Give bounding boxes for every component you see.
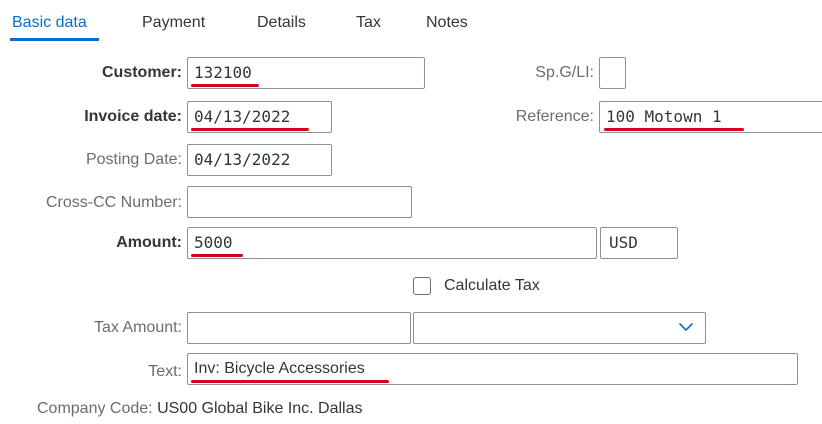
posting-date-input[interactable]: 04/13/2022: [187, 144, 332, 176]
tax-amount-label: Tax Amount:: [93, 319, 182, 336]
spgl-input[interactable]: [599, 57, 626, 89]
amount-annotation-underline: [191, 254, 243, 257]
cross-cc-input[interactable]: [187, 186, 412, 218]
chevron-down-icon: [679, 323, 693, 331]
reference-annotation-underline: [604, 128, 744, 131]
company-code-row: Company Code: US00 Global Bike Inc. Dall…: [37, 399, 363, 419]
tab-notes[interactable]: Notes: [426, 13, 468, 33]
tab-payment[interactable]: Payment: [142, 13, 205, 33]
tab-basic-data[interactable]: Basic data: [12, 13, 87, 33]
amount-label: Amount:: [116, 234, 182, 251]
text-annotation-underline: [191, 380, 389, 383]
tab-bar: Basic data Payment Details Tax Notes: [0, 0, 822, 42]
posting-date-value: 04/13/2022: [194, 150, 291, 169]
tab-details[interactable]: Details: [257, 13, 306, 33]
spgl-label: Sp.G/LI:: [535, 64, 594, 81]
calculate-tax-label: Calculate Tax: [444, 277, 540, 294]
invoice-date-label: Invoice date:: [84, 108, 182, 125]
tax-code-select[interactable]: [413, 312, 706, 344]
reference-value: 100 Motown 1: [606, 107, 722, 126]
tax-amount-input[interactable]: [187, 312, 411, 344]
cross-cc-label: Cross-CC Number:: [45, 194, 182, 211]
posting-date-label: Posting Date:: [85, 151, 182, 168]
currency-value: USD: [609, 233, 638, 252]
customer-value: 132100: [194, 63, 252, 82]
company-code-value: US00 Global Bike Inc. Dallas: [157, 400, 363, 417]
invoice-date-annotation-underline: [191, 128, 309, 131]
invoice-date-value: 04/13/2022: [194, 107, 291, 126]
company-code-label: Company Code:: [37, 400, 153, 417]
text-value: Inv: Bicycle Accessories: [194, 360, 365, 377]
currency-input[interactable]: USD: [600, 227, 678, 259]
reference-label: Reference:: [515, 108, 594, 125]
calculate-tax-checkbox[interactable]: [413, 277, 431, 295]
amount-value: 5000: [194, 233, 233, 252]
customer-label: Customer:: [101, 64, 182, 81]
active-tab-indicator: [10, 38, 99, 41]
customer-annotation-underline: [191, 84, 259, 87]
amount-input[interactable]: 5000: [187, 227, 597, 259]
tab-tax[interactable]: Tax: [356, 13, 381, 33]
text-label: Text:: [148, 363, 182, 380]
